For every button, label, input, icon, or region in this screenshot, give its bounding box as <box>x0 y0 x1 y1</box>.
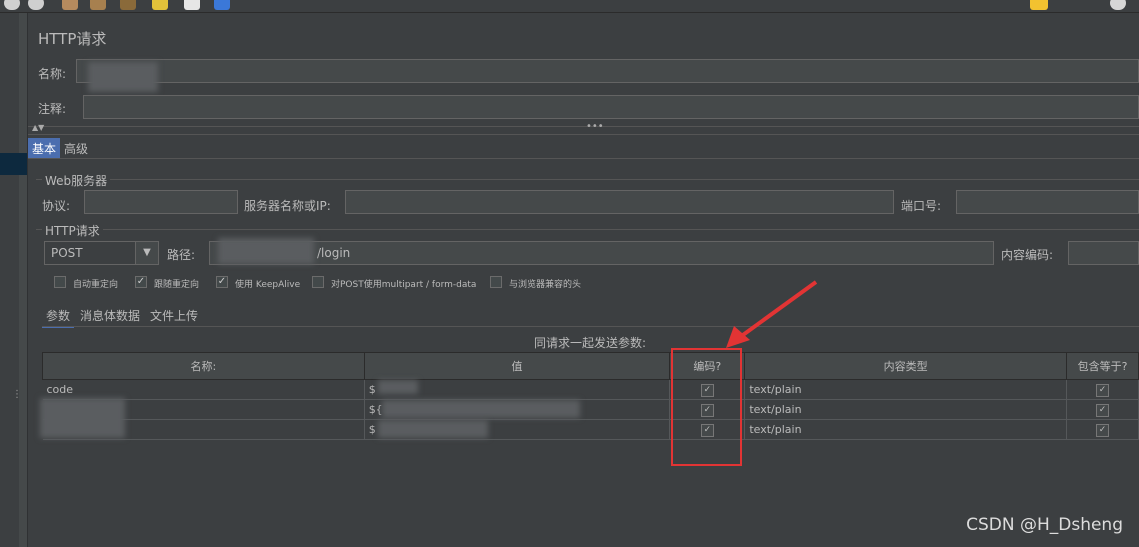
encoding-input[interactable] <box>1068 241 1139 265</box>
tab-file-upload[interactable]: 文件上传 <box>146 305 202 328</box>
tree-selected-item[interactable] <box>0 153 27 175</box>
keepalive-label: 使用 KeepAlive <box>235 280 301 290</box>
web-server-group-line <box>36 179 1139 180</box>
browser-headers-label: 与浏览器兼容的头 <box>509 280 582 290</box>
content-type-cell[interactable]: text/plain <box>744 399 1068 420</box>
broom-all-icon[interactable] <box>90 0 106 10</box>
multipart-label: 对POST使用multipart / form-data <box>331 280 477 290</box>
function-icon[interactable] <box>152 0 168 10</box>
include-equals-checkbox[interactable]: ✓ <box>1066 399 1139 420</box>
page-title: HTTP请求 <box>38 30 107 48</box>
browser-headers-checkbox[interactable] <box>490 276 502 288</box>
drag-handle-icon[interactable]: ⋮ <box>12 389 22 400</box>
check-icon: ✓ <box>1096 404 1110 417</box>
path-input[interactable]: /login <box>209 241 994 265</box>
server-input[interactable] <box>345 190 894 214</box>
table-row[interactable]: code $ ✓ text/plain ✓ <box>42 379 1139 400</box>
name-input[interactable] <box>76 59 1139 83</box>
splitter-dots-icon[interactable]: ••• <box>586 121 604 132</box>
tabs-underline <box>28 158 1139 159</box>
tab-body-data[interactable]: 消息体数据 <box>76 305 144 328</box>
parameters-table: 名称: 值 编码? 内容类型 包含等于? code $ ✓ text/plain… <box>42 352 1139 440</box>
web-server-legend: Web服务器 <box>42 172 111 189</box>
check-icon: ✓ <box>1096 424 1110 437</box>
main-tabs: 基本 高级 <box>28 138 92 159</box>
http-request-group-line <box>36 229 1139 230</box>
broom-icon[interactable] <box>62 0 78 10</box>
redacted-name <box>88 62 158 92</box>
watermark: CSDN @H_Dsheng <box>966 515 1123 535</box>
tab-basic[interactable]: 基本 <box>28 138 61 159</box>
keepalive-checkbox[interactable]: ✓ <box>216 276 228 288</box>
split-divider[interactable]: ▲▼ ••• <box>28 121 1139 135</box>
collapse-arrows-icon[interactable]: ▲▼ <box>32 123 44 132</box>
redacted-value-3 <box>378 420 488 438</box>
method-select[interactable]: POST ▼ <box>44 241 159 265</box>
tree-sidebar[interactable]: ⋮ <box>0 13 28 547</box>
header-value[interactable]: 值 <box>363 352 671 380</box>
sub-tabs-underline <box>42 326 1139 327</box>
encoding-label: 内容编码: <box>1001 248 1054 262</box>
path-value: /login <box>317 246 351 260</box>
comment-input[interactable] <box>83 95 1139 119</box>
redacted-value-1 <box>378 380 418 394</box>
table-row[interactable]: $ ✓ text/plain ✓ <box>42 419 1139 440</box>
auto-redirect-label: 自动重定向 <box>73 280 119 290</box>
help-icon[interactable] <box>214 0 230 10</box>
warning-icon <box>1030 0 1048 10</box>
list-icon[interactable] <box>184 0 200 10</box>
arrow-head <box>726 326 750 348</box>
content-type-cell[interactable]: text/plain <box>744 379 1068 400</box>
header-content-type[interactable]: 内容类型 <box>744 352 1068 380</box>
arrow-shaft <box>734 280 818 342</box>
name-label: 名称: <box>38 67 67 81</box>
table-row[interactable]: ${ ✓ text/plain ✓ <box>42 399 1139 420</box>
header-include-equals[interactable]: 包含等于? <box>1066 352 1139 380</box>
follow-redirect-label: 跟随重定向 <box>154 280 200 290</box>
redacted-path <box>218 238 314 264</box>
content-type-cell[interactable]: text/plain <box>744 419 1068 440</box>
redacted-param-names <box>40 398 125 438</box>
port-input[interactable] <box>956 190 1139 214</box>
redacted-value-2 <box>382 400 580 418</box>
include-equals-checkbox[interactable]: ✓ <box>1066 419 1139 440</box>
protocol-label: 协议: <box>42 199 71 213</box>
highlight-box <box>671 348 742 466</box>
tab-parameters[interactable]: 参数 <box>42 305 75 328</box>
binoculars-icon[interactable] <box>120 0 136 10</box>
server-label: 服务器名称或IP: <box>244 199 331 213</box>
http-request-legend: HTTP请求 <box>42 222 103 239</box>
params-caption: 同请求一起发送参数: <box>534 336 647 350</box>
method-value: POST <box>51 246 83 260</box>
toolbar-icon-2[interactable] <box>28 0 44 10</box>
path-label: 路径: <box>167 248 196 262</box>
check-icon: ✓ <box>1096 384 1110 397</box>
param-name-cell[interactable]: code <box>42 379 365 400</box>
multipart-checkbox[interactable] <box>312 276 324 288</box>
include-equals-checkbox[interactable]: ✓ <box>1066 379 1139 400</box>
protocol-input[interactable] <box>84 190 238 214</box>
auto-redirect-checkbox[interactable] <box>54 276 66 288</box>
follow-redirect-checkbox[interactable]: ✓ <box>135 276 147 288</box>
comment-label: 注释: <box>38 102 67 116</box>
toolbar <box>0 0 1139 13</box>
chevron-down-icon[interactable]: ▼ <box>135 242 158 264</box>
toolbar-icon-1[interactable] <box>4 0 20 10</box>
sub-tabs: 参数 消息体数据 文件上传 <box>42 305 202 328</box>
table-header-row: 名称: 值 编码? 内容类型 包含等于? <box>42 352 1139 380</box>
globe-icon[interactable] <box>1110 0 1126 10</box>
annotation-arrow-icon <box>726 280 818 348</box>
tab-advanced[interactable]: 高级 <box>60 138 92 159</box>
header-name[interactable]: 名称: <box>42 352 365 380</box>
left-strip <box>0 13 20 547</box>
port-label: 端口号: <box>901 199 942 213</box>
